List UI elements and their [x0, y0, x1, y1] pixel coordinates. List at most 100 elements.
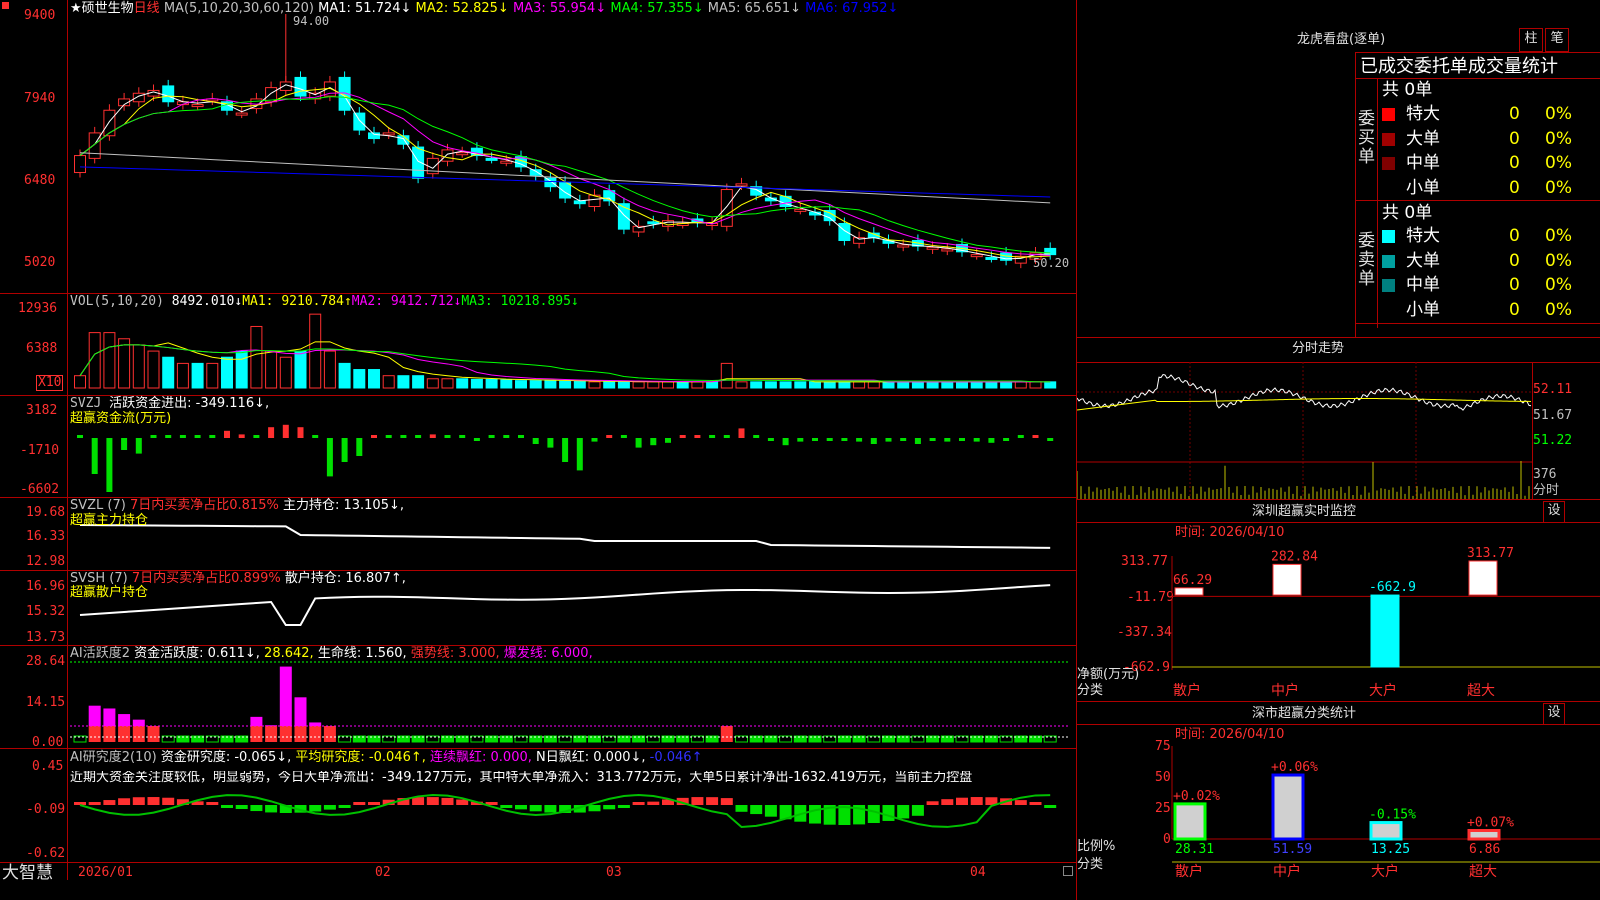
ai-research-tick: -0.62: [26, 846, 66, 861]
monitor-value-label: 66.29: [1173, 573, 1212, 588]
classify-change-label: -0.15%: [1369, 808, 1416, 823]
ai-active-header: AI活跃度2 资金活跃度: 0.611↓, 28.642, 生命线: 1.560…: [70, 647, 593, 661]
svzj-bar: [282, 424, 289, 438]
ai-research-bar: [956, 797, 968, 805]
monitor-category: 超大: [1467, 683, 1495, 699]
svzj-bar: [709, 435, 716, 438]
volume-bar: [485, 378, 498, 389]
ai-research-bar: [368, 802, 380, 805]
svzj-bar: [415, 435, 422, 438]
ai-research-bar: [132, 797, 145, 805]
svzj-bar: [503, 435, 510, 438]
candle-body: [456, 152, 469, 156]
corner-marker-icon[interactable]: [2, 2, 9, 9]
intraday-avg-line: [1077, 398, 1532, 411]
svzj-bar: [1017, 435, 1024, 438]
ai-research-bar: [426, 797, 439, 805]
period-label[interactable]: 日线: [134, 1, 160, 16]
volume-bar: [426, 378, 439, 389]
ai-active-bar-base: [103, 726, 116, 742]
header-bar: ★硕世生物日线 MA(5,10,20,30,60,120) MA1: 51.72…: [70, 2, 898, 16]
ai-research-bar: [88, 802, 101, 805]
classify-category: 超大: [1469, 864, 1497, 880]
vol-unit-badge[interactable]: X10: [36, 375, 64, 391]
svzj-bar: [679, 435, 686, 438]
svzj-bar: [753, 435, 760, 438]
candlestick-chart[interactable]: [0, 0, 1077, 900]
date-tick: 02: [375, 865, 391, 880]
favorite-star-icon[interactable]: ★: [70, 1, 82, 16]
candle-body: [191, 104, 204, 108]
volume-bar: [573, 380, 586, 389]
vol-ma2: MA2: 9412.712↓: [351, 294, 462, 309]
volume-bar: [397, 375, 410, 389]
ai-active-bar: [338, 735, 352, 743]
svzj-bar: [885, 438, 892, 442]
ai-research-bar: [309, 805, 322, 812]
svzj-bar: [121, 438, 128, 450]
svzl-tick: 19.68: [26, 505, 66, 520]
svzj-bar: [826, 438, 833, 441]
svzj-bar: [959, 438, 965, 441]
ma-line-3: [79, 92, 1051, 256]
ai-active-bar: [426, 735, 440, 743]
svzj-tick: -6602: [20, 482, 60, 497]
ai-active-bar: [514, 735, 528, 743]
svzj-bar: [224, 430, 230, 438]
volume-bar: [1044, 381, 1057, 389]
volume-bar: [970, 381, 983, 389]
svzj-bar: [371, 435, 377, 438]
svzj-bar: [738, 428, 745, 438]
ai-active-bar: [926, 735, 940, 743]
svzj-bar: [238, 434, 245, 438]
ai-research-bar: [706, 797, 719, 805]
volume-bar: [647, 381, 660, 389]
svzl-tick: 12.98: [26, 554, 66, 569]
volume-bar: [265, 350, 278, 389]
ai-research-bar: [515, 805, 527, 810]
volume-bar: [617, 381, 630, 389]
volume-bar: [544, 380, 557, 389]
ma-value-3: MA3: 55.954↓: [512, 1, 611, 16]
ai-research-bar: [103, 800, 116, 805]
volume-bar: [823, 381, 836, 389]
date-tick: 03: [606, 865, 622, 880]
svzj-bar: [459, 435, 466, 438]
svzj-bar: [812, 438, 818, 441]
monitor-value-label: -662.9: [1369, 580, 1416, 595]
vol-tick: 6388: [26, 341, 58, 356]
svzj-bar: [782, 438, 789, 446]
brand-logo[interactable]: 大智慧: [2, 863, 53, 883]
price-tick: 9400: [24, 8, 56, 23]
main-chart-area[interactable]: ★硕世生物日线 MA(5,10,20,30,60,120) MA1: 51.72…: [0, 0, 1077, 900]
ai-research-bar: [617, 805, 630, 808]
ai-active-bar-base: [132, 726, 145, 742]
ma-label: MA(5,10,20,30,60,120): [163, 1, 314, 16]
ai-active-bar: [235, 735, 249, 743]
svzl-label: SVZL (7): [70, 498, 126, 513]
classify-value-label: 28.31: [1175, 842, 1214, 857]
volume-bar: [470, 378, 483, 389]
svzj-bar: [1003, 438, 1010, 441]
volume-bar: [985, 381, 998, 389]
candle-body: [735, 183, 748, 187]
ai-active-bar-top: [309, 722, 322, 726]
candle-body: [353, 112, 366, 131]
svzj-tick: -1710: [20, 443, 60, 458]
ai-research-tick: 0.45: [32, 759, 64, 774]
ai-research-bar: [353, 802, 366, 805]
volume-bar: [323, 350, 336, 389]
volume-bar: [279, 356, 292, 389]
candle-body: [500, 160, 513, 164]
svzj-bar: [194, 435, 201, 438]
candle-body: [529, 169, 542, 176]
svzj-bar: [606, 435, 613, 438]
svzj-bar: [429, 434, 436, 438]
monitor-bar: [1370, 594, 1400, 668]
svzl-text1: 7日内买卖净占比0.815%: [129, 498, 279, 513]
volume-bar: [368, 369, 380, 389]
volume-bar: [853, 381, 866, 389]
lock-icon[interactable]: [1063, 866, 1073, 876]
ai-active-bar: [602, 735, 616, 743]
ai-research-bar: [603, 805, 616, 810]
